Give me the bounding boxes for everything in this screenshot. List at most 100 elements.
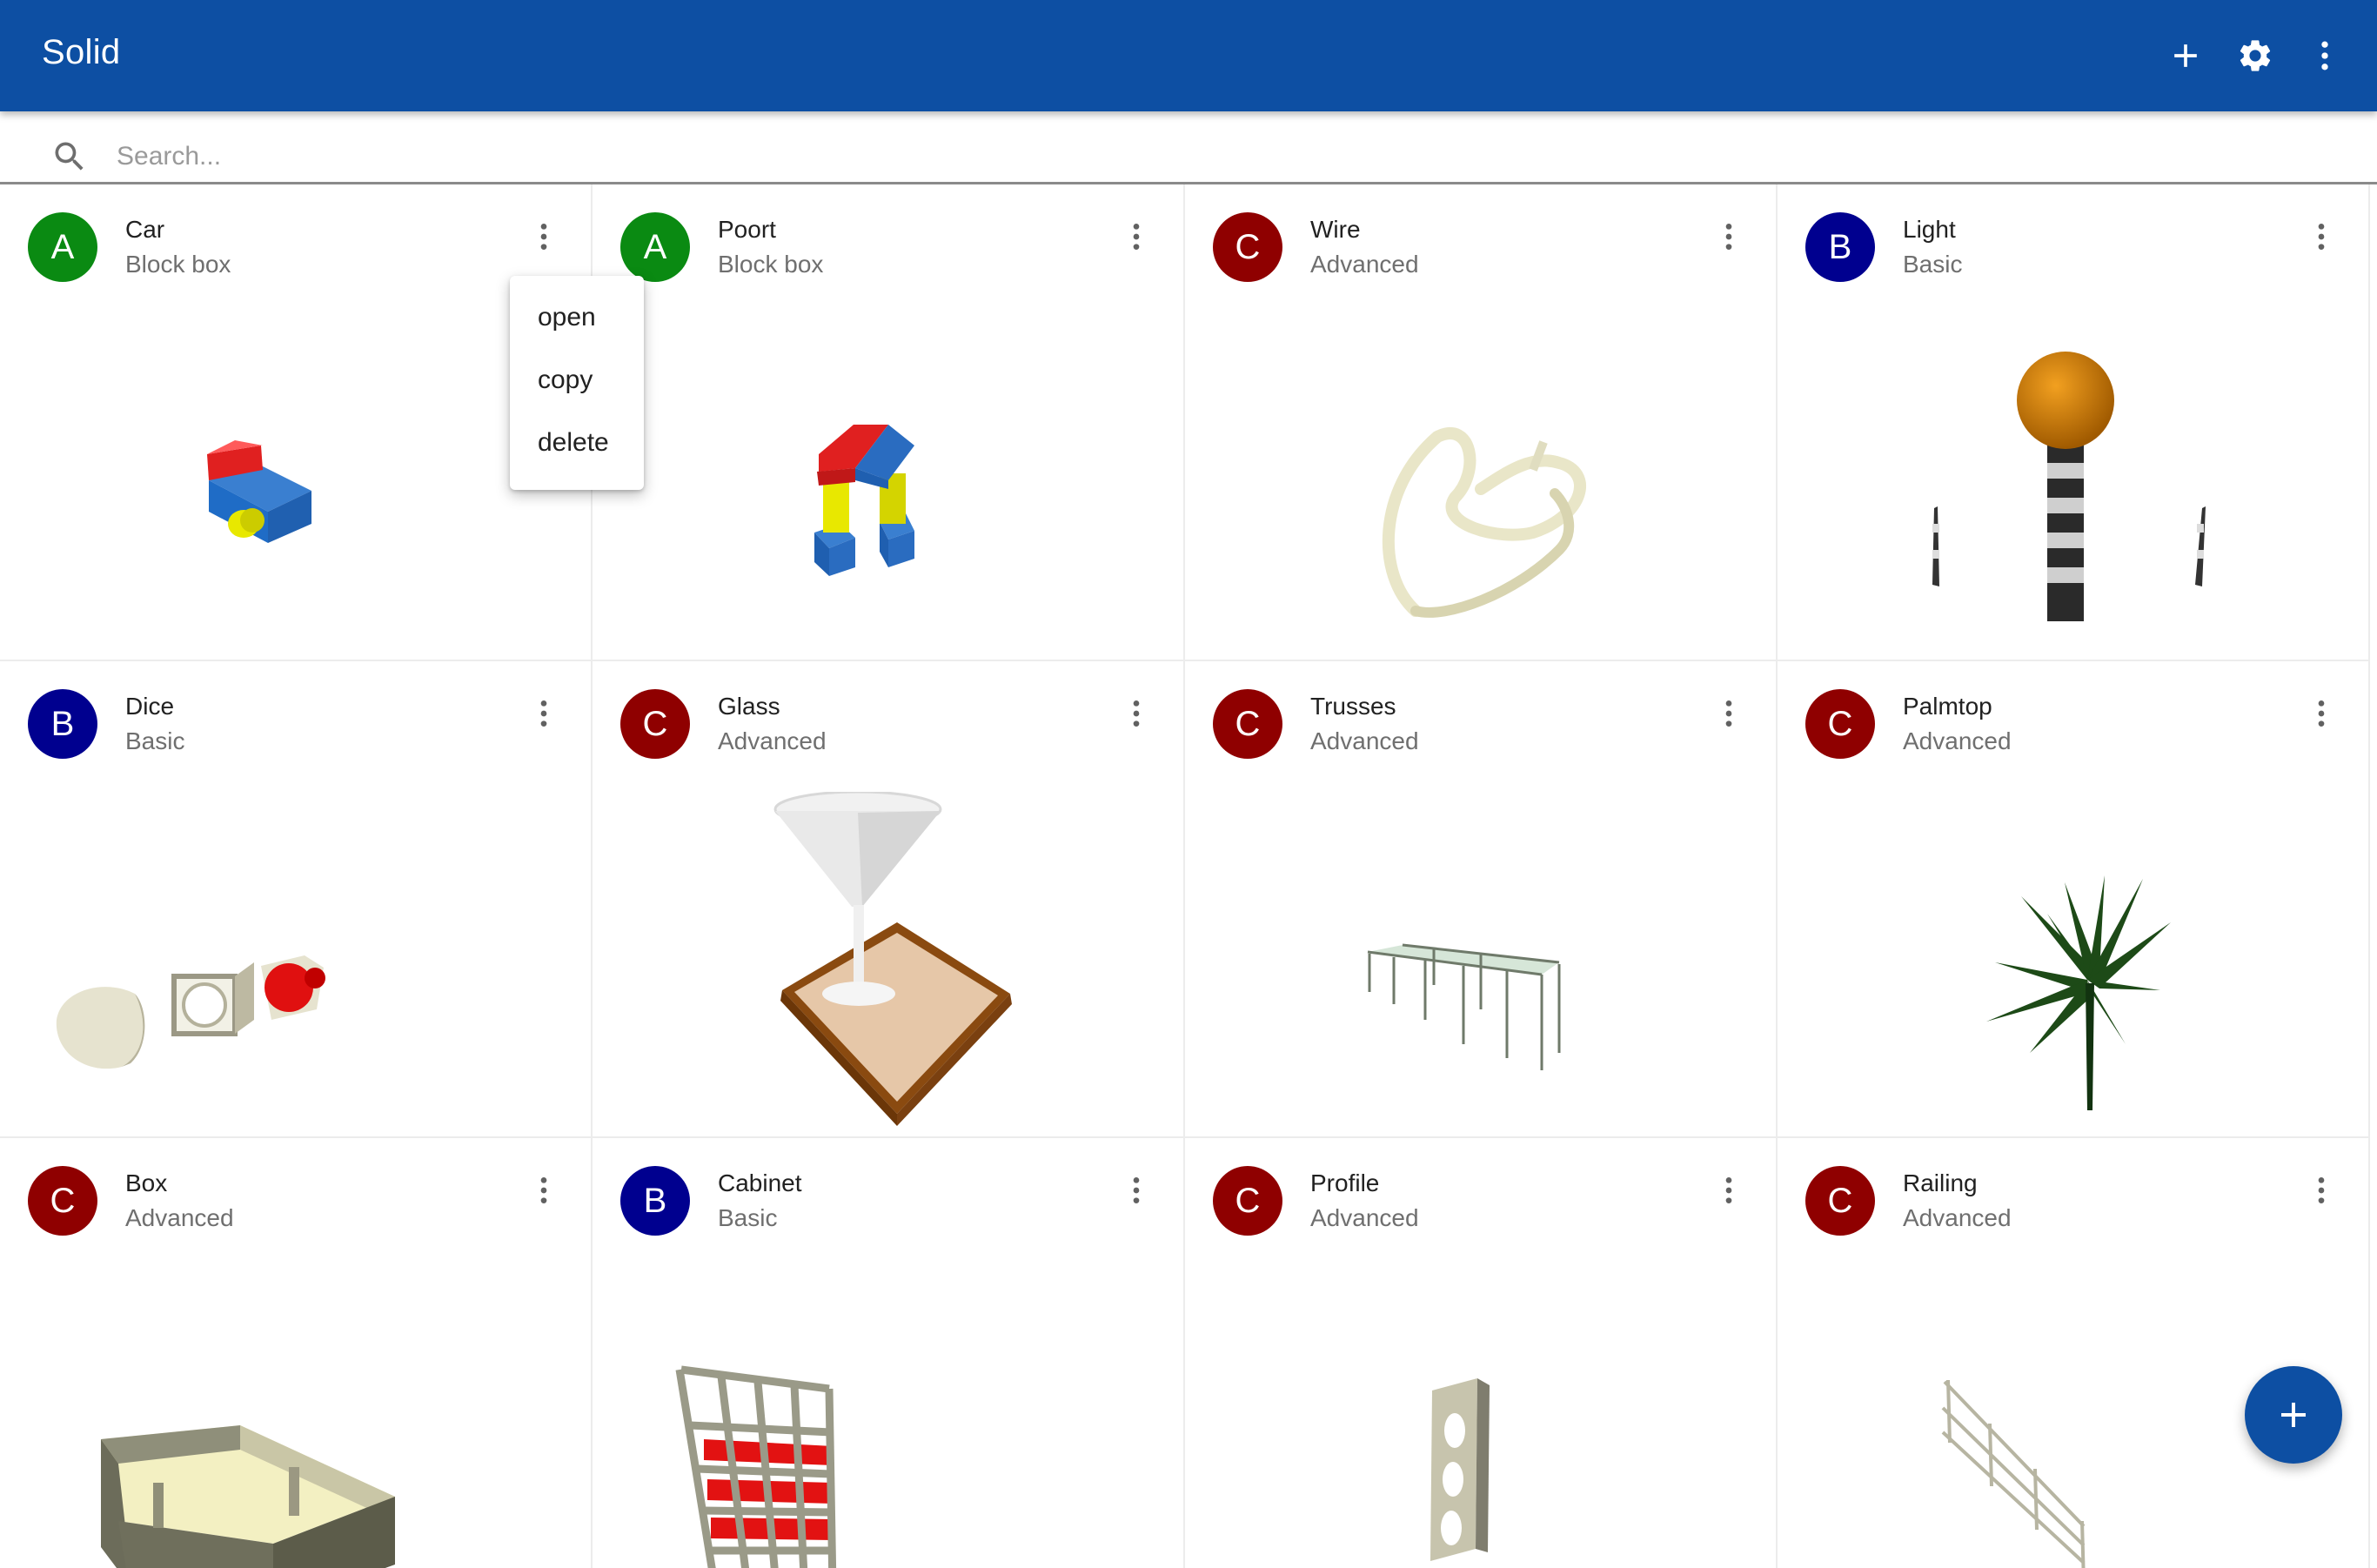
card-thumbnail[interactable] bbox=[1812, 315, 2334, 654]
menu-item-delete[interactable]: delete bbox=[510, 412, 644, 474]
card-subtitle: Advanced bbox=[125, 1204, 234, 1231]
project-card-profile: C Profile Advanced bbox=[1185, 1138, 1778, 1568]
avatar: C bbox=[1805, 689, 1875, 759]
more-vert-icon bbox=[1725, 1177, 1732, 1203]
card-title: Cabinet bbox=[718, 1169, 802, 1196]
more-vert-icon bbox=[2321, 41, 2328, 70]
project-card-box: C Box Advanced bbox=[0, 1138, 593, 1568]
card-thumbnail[interactable] bbox=[627, 1269, 1149, 1568]
project-card-cabinet: B Cabinet Basic bbox=[593, 1138, 1185, 1568]
add-button[interactable] bbox=[2151, 21, 2220, 90]
more-vert-icon bbox=[1133, 224, 1140, 250]
project-card-glass: C Glass Advanced bbox=[593, 661, 1185, 1138]
card-title: Profile bbox=[1310, 1169, 1380, 1196]
app-bar-actions bbox=[2151, 21, 2360, 90]
avatar: C bbox=[620, 689, 690, 759]
app-bar: Solid bbox=[0, 0, 2377, 111]
more-vert-icon bbox=[1725, 700, 1732, 727]
card-menu-button[interactable] bbox=[1706, 691, 1751, 736]
more-vert-icon bbox=[1133, 700, 1140, 727]
card-title: Car bbox=[125, 216, 165, 243]
more-vert-icon bbox=[2318, 1177, 2325, 1203]
project-grid: A Car Block box A Poort Block box C Wire… bbox=[0, 184, 2377, 1568]
app-title: Solid bbox=[42, 33, 121, 71]
card-thumbnail[interactable] bbox=[1220, 315, 1742, 654]
card-menu-button[interactable] bbox=[2299, 214, 2344, 259]
avatar: B bbox=[28, 689, 97, 759]
search-icon bbox=[50, 137, 89, 176]
card-title: Poort bbox=[718, 216, 776, 243]
menu-item-open[interactable]: open bbox=[510, 286, 644, 349]
card-menu-button[interactable] bbox=[1114, 214, 1159, 259]
more-vert-icon bbox=[540, 224, 547, 250]
card-menu-button[interactable] bbox=[2299, 1168, 2344, 1213]
project-card-dice: B Dice Basic bbox=[0, 661, 593, 1138]
card-thumbnail[interactable] bbox=[35, 792, 557, 1131]
more-options-button[interactable] bbox=[2290, 21, 2360, 90]
card-subtitle: Basic bbox=[1903, 251, 1963, 278]
card-subtitle: Advanced bbox=[1310, 251, 1419, 278]
project-card-light: B Light Basic bbox=[1778, 184, 2370, 661]
card-menu-button[interactable] bbox=[521, 214, 566, 259]
project-card-poort: A Poort Block box bbox=[593, 184, 1185, 661]
card-menu-button[interactable] bbox=[2299, 691, 2344, 736]
plus-icon bbox=[2174, 44, 2197, 67]
card-subtitle: Advanced bbox=[1310, 1204, 1419, 1231]
more-vert-icon bbox=[1725, 224, 1732, 250]
card-thumbnail[interactable] bbox=[627, 315, 1149, 654]
more-vert-icon bbox=[2318, 700, 2325, 727]
avatar: C bbox=[28, 1166, 97, 1236]
card-context-menu: open copy delete bbox=[510, 276, 644, 490]
avatar: C bbox=[1213, 1166, 1282, 1236]
project-card-palmtop: C Palmtop Advanced bbox=[1778, 661, 2370, 1138]
menu-item-copy[interactable]: copy bbox=[510, 349, 644, 412]
avatar: C bbox=[1213, 689, 1282, 759]
project-card-wire: C Wire Advanced bbox=[1185, 184, 1778, 661]
card-subtitle: Advanced bbox=[1903, 727, 2012, 754]
card-subtitle: Advanced bbox=[1903, 1204, 2012, 1231]
card-thumbnail[interactable] bbox=[35, 315, 557, 654]
card-subtitle: Advanced bbox=[1310, 727, 1419, 754]
settings-button[interactable] bbox=[2220, 21, 2290, 90]
project-card-trusses: C Trusses Advanced bbox=[1185, 661, 1778, 1138]
more-vert-icon bbox=[2318, 224, 2325, 250]
card-title: Light bbox=[1903, 216, 1956, 243]
card-title: Box bbox=[125, 1169, 168, 1196]
card-subtitle: Advanced bbox=[718, 727, 827, 754]
card-menu-button[interactable] bbox=[521, 1168, 566, 1213]
plus-icon bbox=[2281, 1403, 2306, 1427]
card-subtitle: Basic bbox=[125, 727, 185, 754]
card-title: Railing bbox=[1903, 1169, 1978, 1196]
card-menu-button[interactable] bbox=[1706, 214, 1751, 259]
gear-icon bbox=[2240, 40, 2271, 71]
more-vert-icon bbox=[540, 1177, 547, 1203]
card-menu-button[interactable] bbox=[1114, 691, 1159, 736]
avatar: B bbox=[620, 1166, 690, 1236]
card-title: Dice bbox=[125, 693, 175, 720]
card-menu-button[interactable] bbox=[1706, 1168, 1751, 1213]
avatar: A bbox=[28, 212, 97, 282]
card-title: Palmtop bbox=[1903, 693, 1992, 720]
more-vert-icon bbox=[540, 700, 547, 727]
card-thumbnail[interactable] bbox=[1812, 792, 2334, 1131]
card-thumbnail[interactable] bbox=[1220, 792, 1742, 1131]
project-card-railing: C Railing Advanced bbox=[1778, 1138, 2370, 1568]
card-thumbnail[interactable] bbox=[627, 790, 1149, 1131]
search-input[interactable] bbox=[117, 132, 2118, 181]
avatar: B bbox=[1805, 212, 1875, 282]
card-thumbnail[interactable] bbox=[1220, 1269, 1742, 1568]
avatar: C bbox=[1805, 1166, 1875, 1236]
card-subtitle: Basic bbox=[718, 1204, 778, 1231]
project-card-car: A Car Block box bbox=[0, 184, 593, 661]
card-title: Trusses bbox=[1310, 693, 1396, 720]
avatar: C bbox=[1213, 212, 1282, 282]
add-project-fab[interactable] bbox=[2245, 1366, 2342, 1464]
card-thumbnail[interactable] bbox=[35, 1269, 557, 1568]
card-subtitle: Block box bbox=[718, 251, 824, 278]
card-title: Wire bbox=[1310, 216, 1361, 243]
card-menu-button[interactable] bbox=[1114, 1168, 1159, 1213]
more-vert-icon bbox=[1133, 1177, 1140, 1203]
avatar: A bbox=[620, 212, 690, 282]
card-menu-button[interactable] bbox=[521, 691, 566, 736]
card-subtitle: Block box bbox=[125, 251, 231, 278]
